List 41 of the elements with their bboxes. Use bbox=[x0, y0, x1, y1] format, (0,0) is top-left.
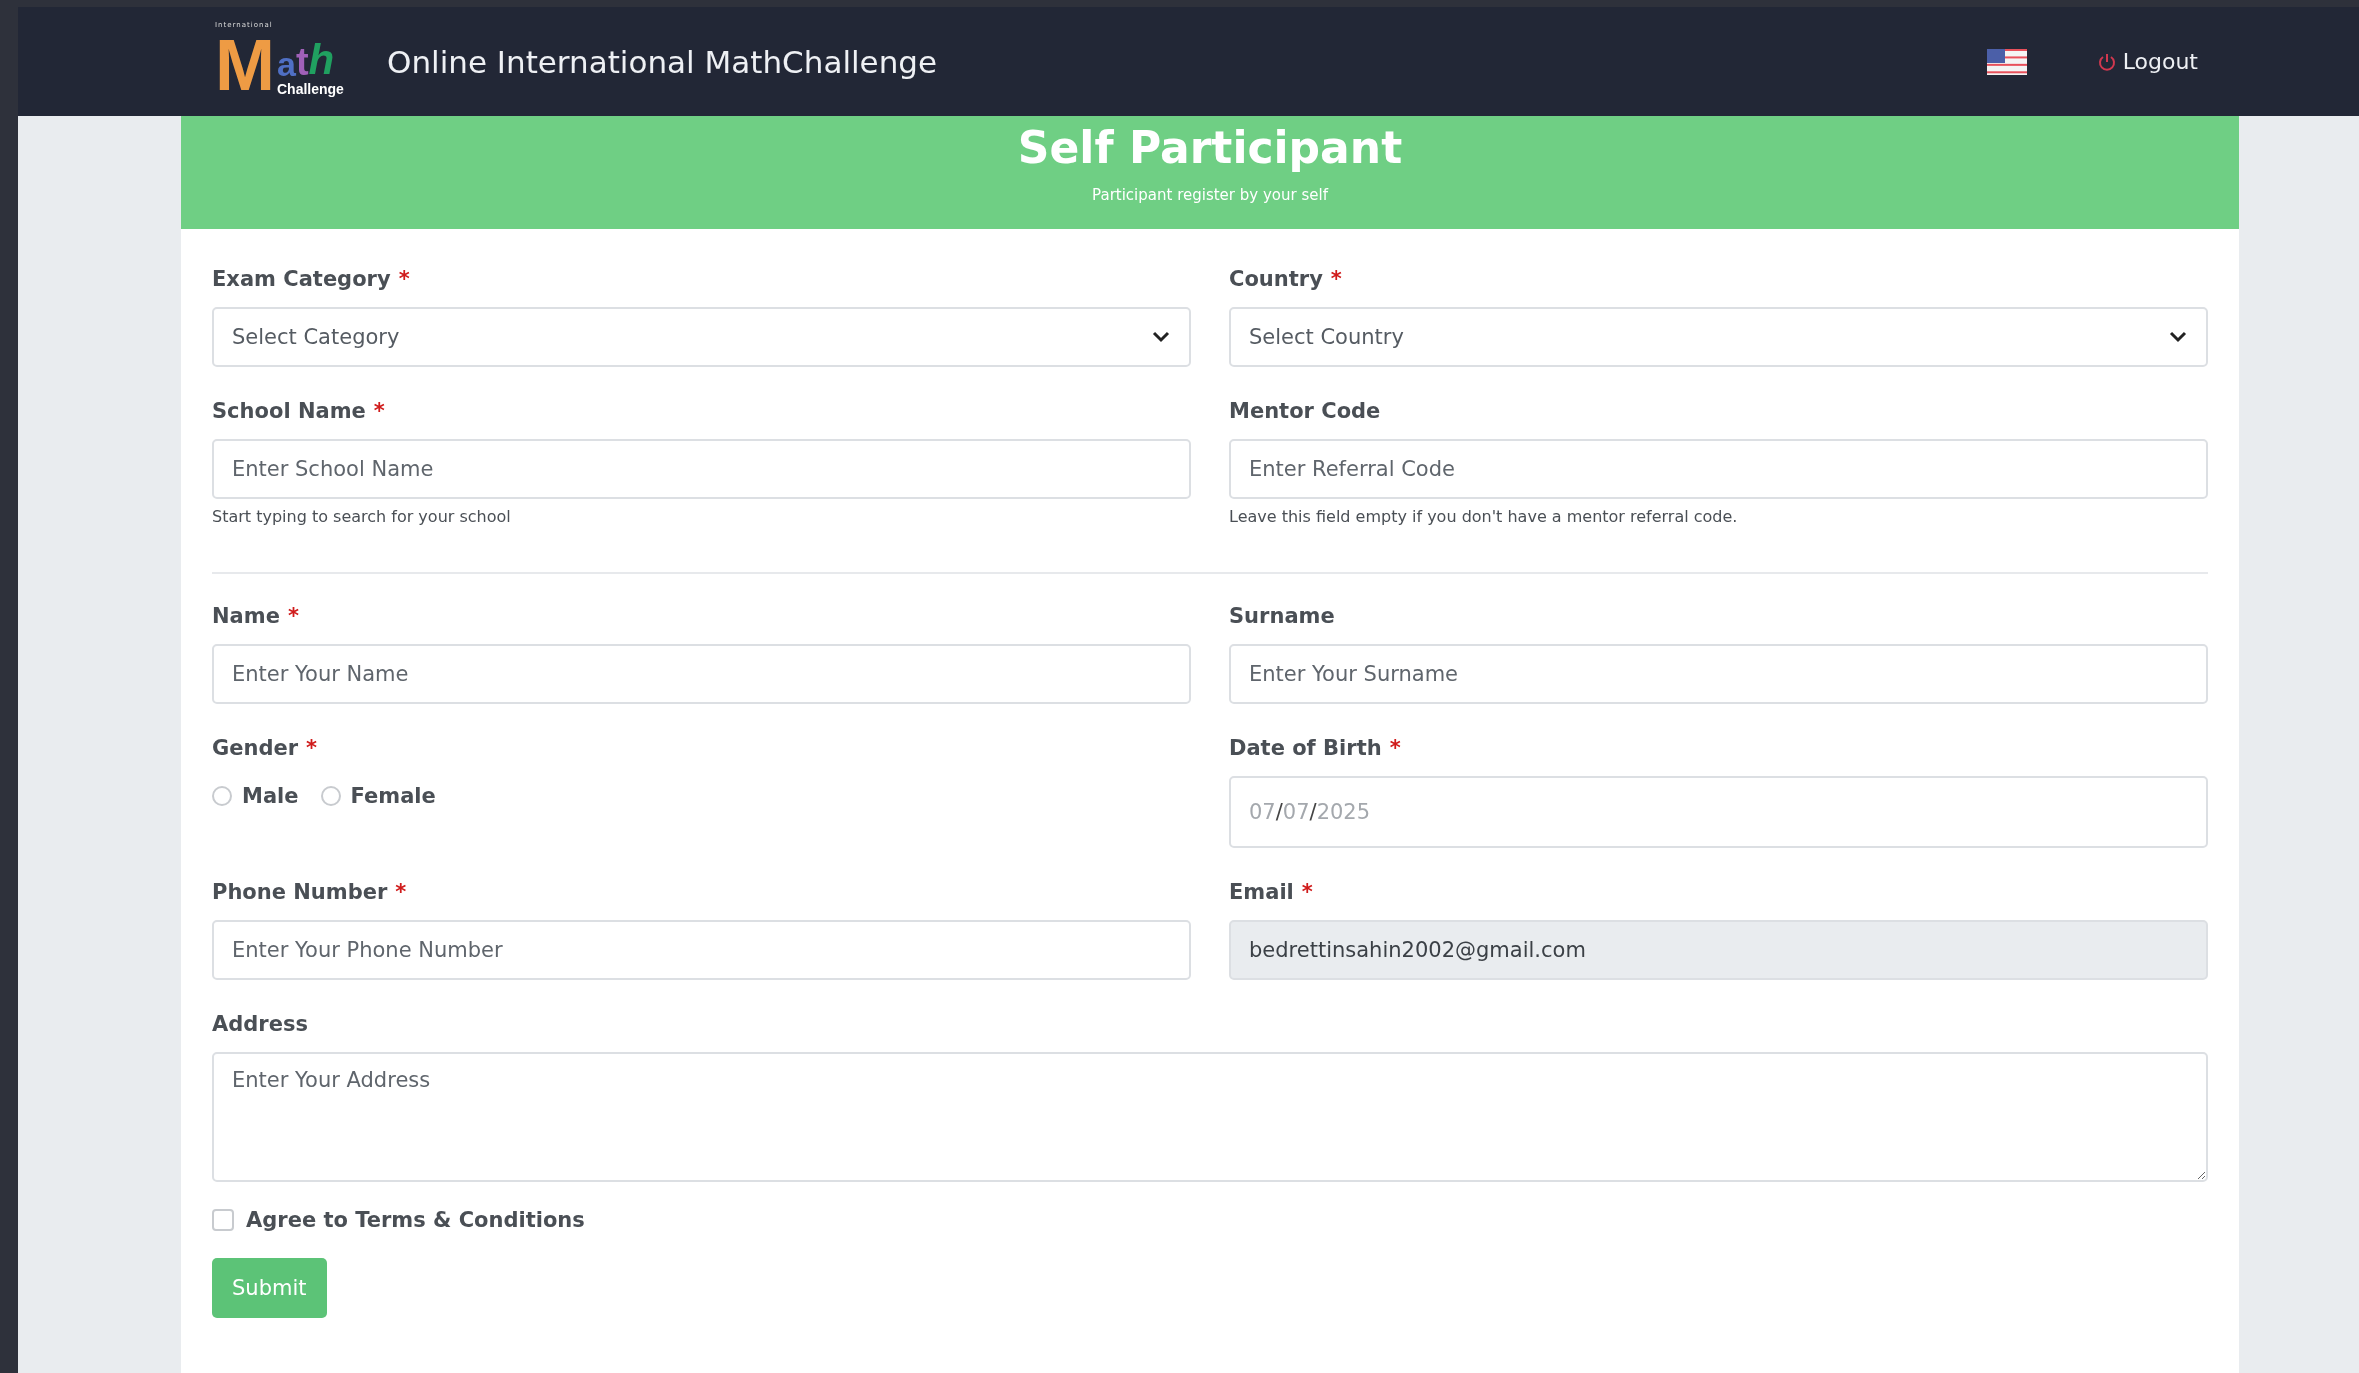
required-mark: * bbox=[395, 879, 407, 906]
radio-option[interactable]: Male bbox=[212, 784, 299, 808]
radio-option[interactable]: Female bbox=[320, 784, 436, 808]
input-field[interactable]: Enter School Name bbox=[212, 439, 1191, 499]
required-mark: * bbox=[287, 603, 299, 630]
power-icon bbox=[2096, 51, 2117, 72]
field-label: Date of Birth bbox=[1229, 735, 1382, 762]
terms-checkbox[interactable]: Agree to Terms & Conditions bbox=[212, 1208, 585, 1232]
input-field[interactable]: Enter Your Phone Number bbox=[212, 920, 1191, 980]
required-mark: * bbox=[373, 398, 385, 425]
required-mark: * bbox=[398, 266, 410, 293]
text-area[interactable]: Enter Your Address bbox=[212, 1052, 2208, 1182]
page-subtitle: Participant register by your self bbox=[1092, 186, 1328, 204]
flag-icon bbox=[1986, 48, 2027, 75]
help-text: Leave this field empty if you don't have a mentor referral code. bbox=[1229, 507, 1739, 526]
field-label: Mentor Code bbox=[1229, 398, 1381, 425]
page-title: Self Participant bbox=[1017, 121, 1403, 175]
select-dropdown[interactable]: Select Category bbox=[212, 307, 1191, 367]
field-label: Address bbox=[212, 1011, 308, 1038]
input-field[interactable]: Enter Referral Code bbox=[1229, 439, 2208, 499]
required-mark: * bbox=[1301, 879, 1313, 906]
field-label: School Name bbox=[212, 398, 366, 425]
select-dropdown[interactable]: Select Country bbox=[1229, 307, 2208, 367]
help-text: Start typing to search for your school bbox=[212, 507, 512, 526]
date-field[interactable]: 07/07/2025 bbox=[1229, 776, 2208, 848]
field-label: Country bbox=[1229, 266, 1323, 293]
field-label: Email bbox=[1229, 879, 1294, 906]
field-label: Name bbox=[212, 603, 280, 630]
field-label: Phone Number bbox=[212, 879, 388, 906]
logout-button[interactable]: Logout bbox=[2096, 49, 2198, 74]
input-field[interactable]: Enter Your Surname bbox=[1229, 644, 2208, 704]
field-label: Surname bbox=[1229, 603, 1335, 630]
chevron-down-icon bbox=[2168, 330, 2188, 344]
required-mark: * bbox=[1330, 266, 1342, 293]
field-label: Gender bbox=[212, 735, 299, 762]
required-mark: * bbox=[306, 735, 318, 762]
input-field[interactable]: Enter Your Name bbox=[212, 644, 1191, 704]
site-title: Online International MathChallenge bbox=[387, 43, 939, 80]
field-label: Exam Category bbox=[212, 266, 391, 293]
required-mark: * bbox=[1389, 735, 1401, 762]
chevron-down-icon bbox=[1151, 330, 1171, 344]
